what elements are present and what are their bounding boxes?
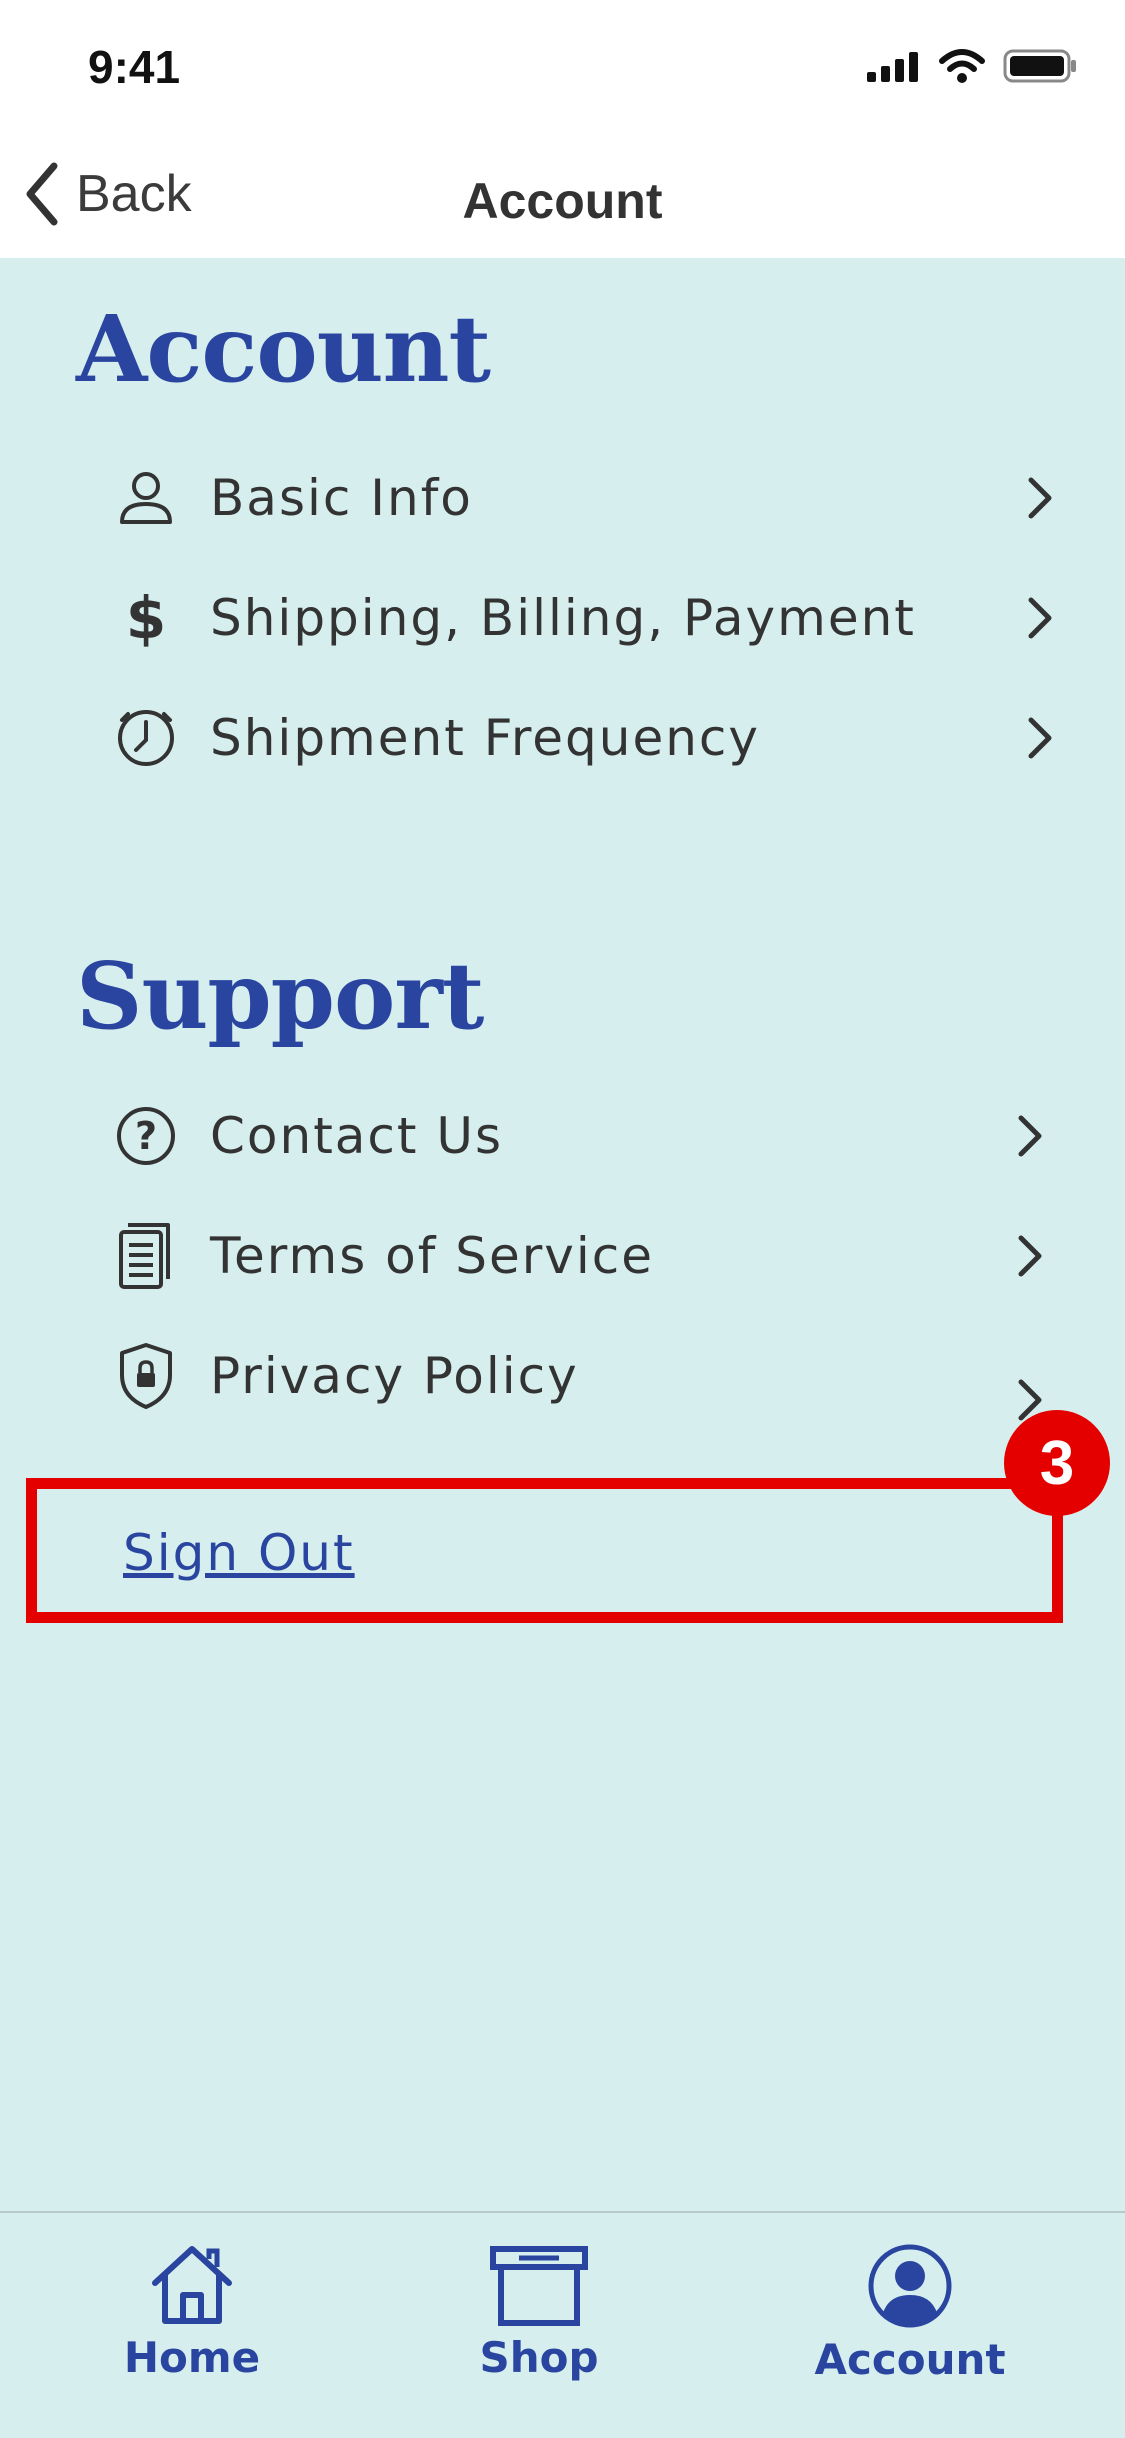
status-icons <box>867 48 1077 84</box>
chevron-right-icon <box>1010 1226 1050 1286</box>
person-icon <box>110 462 182 534</box>
chevron-right-icon <box>1010 1106 1050 1166</box>
home-icon <box>152 2246 232 2324</box>
support-section-title: Support <box>76 942 484 1050</box>
menu-item-label: Shipment Frequency <box>210 709 761 767</box>
battery-icon <box>1003 49 1076 83</box>
account-icon <box>868 2244 952 2328</box>
menu-item-label: Shipping, Billing, Payment <box>210 589 916 647</box>
chevron-right-icon <box>1020 708 1060 768</box>
menu-item-basic-info[interactable]: Basic Info <box>110 448 1060 548</box>
tab-label: Home <box>123 2333 261 2382</box>
menu-item-label: Contact Us <box>210 1107 504 1165</box>
wifi-icon <box>939 49 985 83</box>
signal-icon <box>867 52 918 82</box>
menu-item-terms-of-service[interactable]: Terms of Service <box>110 1206 1060 1306</box>
tab-bar: Home Shop Account <box>0 2211 1125 2438</box>
dollar-icon: $ <box>125 584 167 652</box>
box-icon <box>490 2246 588 2326</box>
nav-bar: Back Account <box>0 130 1125 258</box>
tab-label: Account <box>814 2335 1006 2384</box>
step-badge: 3 <box>1004 1410 1110 1516</box>
menu-item-contact-us[interactable]: ? Contact Us <box>110 1086 1060 1186</box>
svg-text:?: ? <box>135 1114 157 1158</box>
shield-lock-icon <box>110 1340 182 1412</box>
tab-home[interactable]: Home <box>62 2243 322 2382</box>
question-icon: ? <box>110 1100 182 1172</box>
menu-item-label: Privacy Policy <box>210 1347 579 1405</box>
menu-item-shipment-frequency[interactable]: Shipment Frequency <box>110 688 1060 788</box>
sign-out-link[interactable]: Sign Out <box>123 1524 355 1582</box>
account-section-title: Account <box>76 295 491 403</box>
menu-item-privacy-policy[interactable]: Privacy Policy <box>110 1326 1060 1426</box>
menu-item-shipping-billing-payment[interactable]: $ Shipping, Billing, Payment <box>110 568 1060 668</box>
tab-shop[interactable]: Shop <box>409 2243 669 2382</box>
menu-item-label: Terms of Service <box>210 1227 655 1285</box>
status-time: 9:41 <box>88 41 181 93</box>
chevron-right-icon <box>1020 588 1060 648</box>
clock-icon <box>110 702 182 774</box>
status-bar: 9:41 <box>0 0 1125 130</box>
chevron-right-icon <box>1020 468 1060 528</box>
menu-item-label: Basic Info <box>210 469 473 527</box>
tab-label: Shop <box>479 2333 599 2382</box>
document-icon <box>110 1220 182 1292</box>
tab-account[interactable]: Account <box>780 2243 1040 2384</box>
nav-title: Account <box>462 173 663 229</box>
